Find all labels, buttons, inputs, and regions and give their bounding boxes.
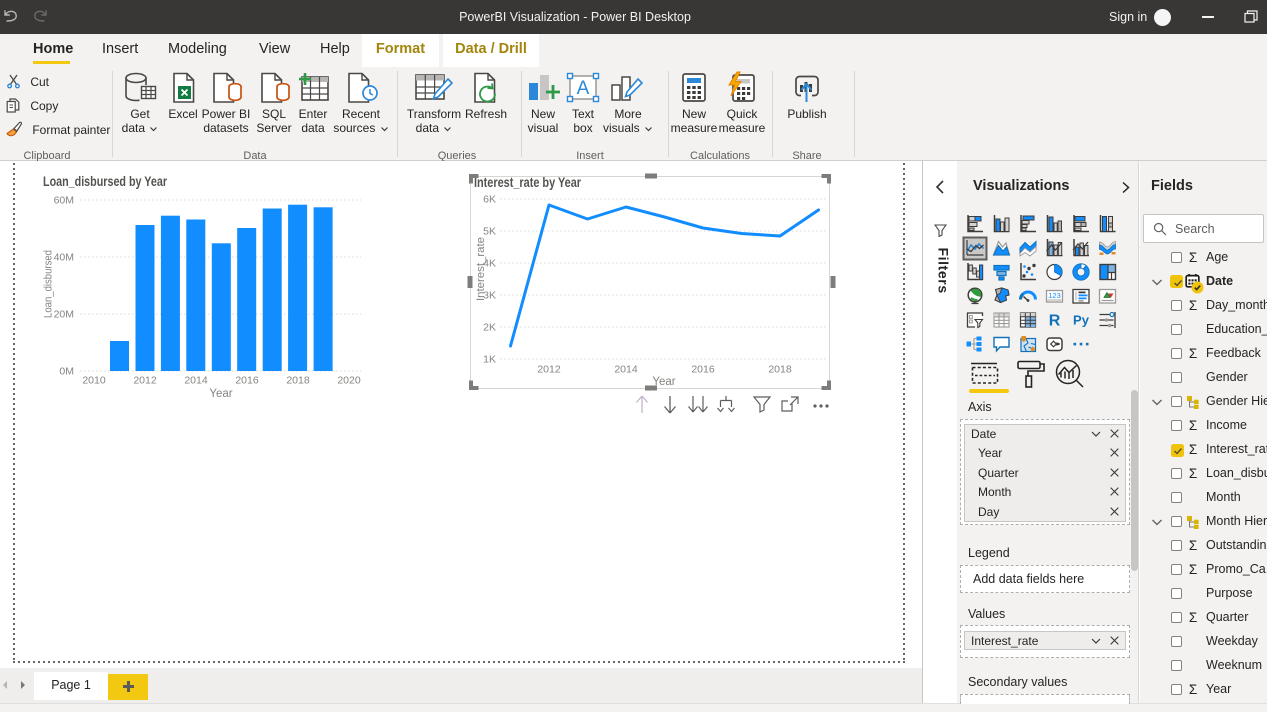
svg-text:2010: 2010 xyxy=(82,375,106,387)
svg-text:0M: 0M xyxy=(59,366,74,378)
svg-text:2018: 2018 xyxy=(286,375,310,387)
svg-text:2020: 2020 xyxy=(337,375,361,387)
svg-text:A: A xyxy=(577,78,590,99)
svg-text:40M: 40M xyxy=(54,252,74,264)
svg-text:R: R xyxy=(1049,313,1061,330)
svg-text:123: 123 xyxy=(1048,291,1061,300)
svg-text:2016: 2016 xyxy=(235,375,259,387)
svg-text:Year: Year xyxy=(209,388,232,400)
svg-text:Loan_disbursed: Loan_disbursed xyxy=(43,250,55,318)
svg-text:2012: 2012 xyxy=(133,375,157,387)
svg-text:Loan_disbursed by Year: Loan_disbursed by Year xyxy=(43,174,168,189)
svg-text:2014: 2014 xyxy=(184,375,208,387)
svg-text:60M: 60M xyxy=(54,195,74,207)
svg-text:Py: Py xyxy=(1073,313,1090,328)
svg-text:20M: 20M xyxy=(54,309,74,321)
